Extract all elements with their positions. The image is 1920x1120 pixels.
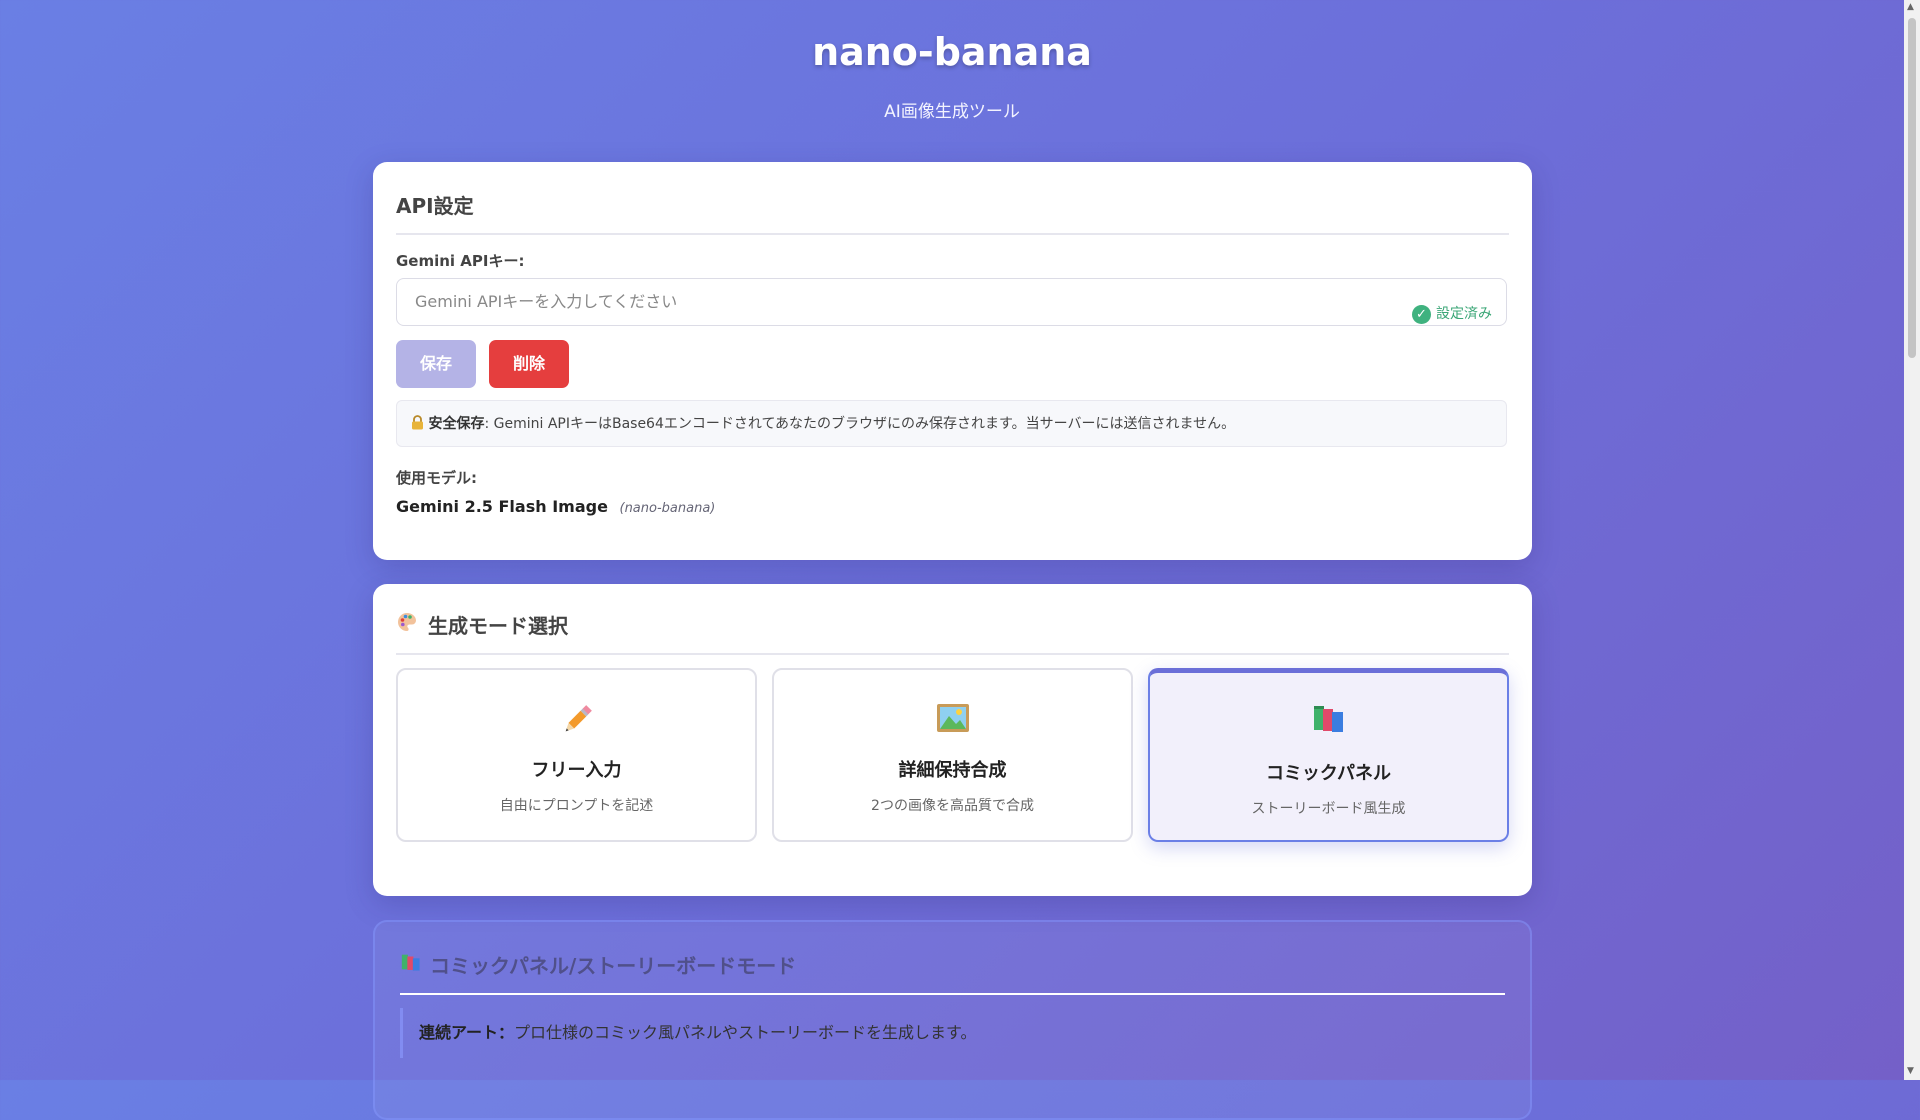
tile-desc-comic-panel: ストーリーボード風生成 <box>1251 801 1406 817</box>
pencil-icon <box>398 700 755 740</box>
comic-description: 連続アート：プロ仕様のコミック風パネルやストーリーボードを生成します。 <box>400 1008 976 1058</box>
model-info: Gemini 2.5 Flash Image (nano-banana) <box>396 497 715 516</box>
status-badge: ✓ 設定済み <box>1412 292 1492 337</box>
status-text: 設定済み <box>1436 306 1492 322</box>
tile-title-free-input: フリー入力 <box>531 760 622 781</box>
page: nano-banana AI画像生成ツール API設定 Gemini APIキー… <box>0 0 1904 1120</box>
api-settings-card: API設定 Gemini APIキー: Gemini APIキーを入力してくださ… <box>373 162 1532 560</box>
scroll-up-icon[interactable]: ▲ <box>1907 2 1914 12</box>
api-key-label: Gemini APIキー: <box>396 252 525 270</box>
tile-title-detail-merge: 詳細保持合成 <box>898 760 1007 781</box>
mode-tile-comic-panel[interactable]: コミックパネル ストーリーボード風生成 <box>1148 668 1509 842</box>
mode-tile-detail-merge[interactable]: 詳細保持合成 2つの画像を高品質で合成 <box>772 668 1133 842</box>
api-key-placeholder: Gemini APIキーを入力してください <box>415 292 678 311</box>
app-title: nano-banana <box>812 30 1092 74</box>
model-label: 使用モデル: <box>396 469 477 487</box>
mode-section-label: 生成モード選択 <box>428 614 568 638</box>
delete-button[interactable]: 削除 <box>489 340 569 388</box>
notice-text: : Gemini APIキーはBase64エンコードされてあなたのブラウザにのみ… <box>484 416 1236 432</box>
lock-icon <box>411 415 428 432</box>
comic-section-label: コミックパネル/ストーリーボードモード <box>430 954 797 978</box>
tile-title-comic-panel: コミックパネル <box>1265 763 1392 784</box>
scrollbar-thumb[interactable] <box>1908 18 1916 358</box>
api-key-input[interactable]: Gemini APIキーを入力してください ✓ 設定済み <box>396 278 1507 326</box>
model-code: (nano-banana) <box>619 501 716 516</box>
api-section-title: API設定 <box>396 190 1509 235</box>
scroll-down-icon[interactable]: ▼ <box>1907 1066 1914 1076</box>
comic-section-title: コミックパネル/ストーリーボードモード <box>400 950 1505 995</box>
comic-desc-text: プロ仕様のコミック風パネルやストーリーボードを生成します。 <box>514 1023 977 1042</box>
app-subtitle: AI画像生成ツール <box>884 102 1020 122</box>
model-name: Gemini 2.5 Flash Image <box>396 497 608 516</box>
security-notice: 安全保存: Gemini APIキーはBase64エンコードされてあなたのブラウ… <box>396 400 1507 447</box>
check-icon: ✓ <box>1412 305 1431 324</box>
comic-desc-strong: 連続アート： <box>419 1023 515 1042</box>
books-icon <box>400 951 422 978</box>
framed-picture-icon <box>774 700 1131 740</box>
scrollbar[interactable]: ▲ ▼ <box>1904 0 1920 1080</box>
tile-desc-detail-merge: 2つの画像を高品質で合成 <box>871 798 1034 814</box>
mode-section-title: 生成モード選択 <box>396 610 1509 655</box>
palette-icon <box>396 611 418 638</box>
save-button[interactable]: 保存 <box>396 340 476 388</box>
tile-desc-free-input: 自由にプロンプトを記述 <box>499 798 654 814</box>
mode-selection-card: 生成モード選択 フリー入力 自由にプロンプトを記述 詳細保持合成 2つの画像を高… <box>373 584 1532 896</box>
comic-mode-section: コミックパネル/ストーリーボードモード 連続アート：プロ仕様のコミック風パネルや… <box>373 920 1532 1120</box>
notice-strong: 安全保存 <box>428 416 485 432</box>
books-icon <box>1150 700 1507 740</box>
mode-tile-free-input[interactable]: フリー入力 自由にプロンプトを記述 <box>396 668 757 842</box>
